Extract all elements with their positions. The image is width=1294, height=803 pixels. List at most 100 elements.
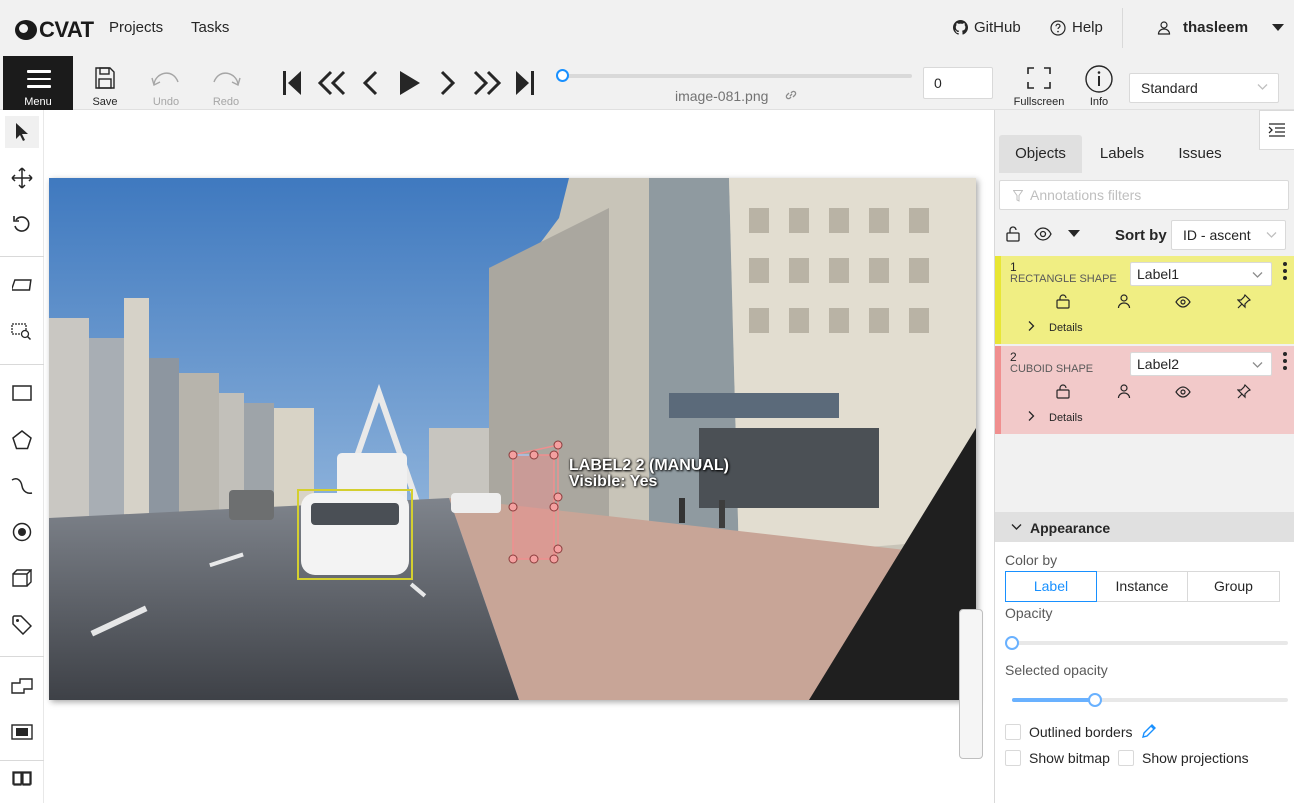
color-by-label-option[interactable]: Label: [1005, 571, 1097, 602]
more-options-icon[interactable]: [1283, 352, 1289, 373]
object-label-select[interactable]: Label2: [1130, 352, 1272, 376]
opacity-slider-handle[interactable]: [1005, 636, 1019, 650]
details-toggle[interactable]: Details: [1049, 322, 1083, 334]
chevron-right-icon[interactable]: [1027, 320, 1035, 332]
points-icon: [12, 522, 32, 542]
zoom-slider[interactable]: [959, 609, 983, 759]
caret-down-icon[interactable]: [1068, 230, 1080, 238]
show-projections-checkbox[interactable]: [1118, 750, 1134, 766]
outlined-borders-checkbox[interactable]: [1005, 724, 1021, 740]
undo-icon: [151, 72, 179, 87]
nav-projects[interactable]: Projects: [109, 19, 163, 36]
draw-rectangle-tool[interactable]: [10, 381, 34, 405]
redo-button[interactable]: Redo: [196, 56, 256, 110]
controls-sidebar: [0, 110, 44, 803]
lock-all-icon[interactable]: [1005, 226, 1021, 242]
book-icon[interactable]: [13, 772, 31, 786]
github-link[interactable]: GitHub: [953, 19, 1021, 36]
cuboid-icon: [12, 569, 32, 587]
help-link[interactable]: Help: [1050, 19, 1103, 36]
question-icon: [1050, 19, 1066, 36]
group-tool[interactable]: [10, 720, 34, 744]
tool-divider: [0, 256, 44, 257]
redo-icon: [213, 72, 241, 87]
eye-icon[interactable]: [1175, 386, 1191, 398]
first-frame-icon[interactable]: [281, 69, 303, 97]
color-picker-icon[interactable]: [1142, 724, 1156, 738]
user-menu[interactable]: thasleem: [1157, 19, 1285, 36]
pin-icon[interactable]: [1237, 384, 1251, 399]
tab-labels[interactable]: Labels: [1090, 135, 1154, 173]
polygon-icon: [12, 430, 32, 450]
appearance-panel-header[interactable]: Appearance: [995, 512, 1294, 542]
save-button[interactable]: Save: [75, 56, 135, 110]
opacity-slider-track[interactable]: [1012, 641, 1288, 645]
link-icon[interactable]: [784, 88, 798, 102]
cuboid-text-label: LABEL2 2 (MANUAL) Visible: Yes: [569, 457, 729, 490]
chevron-right-icon[interactable]: [1027, 410, 1035, 422]
details-toggle[interactable]: Details: [1049, 412, 1083, 424]
cursor-tool[interactable]: [5, 116, 39, 148]
zoom-region-tool[interactable]: [10, 320, 34, 344]
play-icon[interactable]: [397, 69, 421, 97]
move-tool[interactable]: [10, 166, 34, 190]
nav-tasks[interactable]: Tasks: [191, 19, 229, 36]
tool-divider: [0, 656, 44, 657]
draw-polygon-tool[interactable]: [10, 428, 34, 452]
info-button[interactable]: Info: [1069, 56, 1129, 110]
pin-icon[interactable]: [1237, 294, 1251, 309]
move-icon: [11, 167, 33, 189]
user-icon[interactable]: [1117, 294, 1131, 309]
user-icon[interactable]: [1117, 384, 1131, 399]
eye-all-icon[interactable]: [1034, 227, 1052, 241]
fit-tool[interactable]: [10, 274, 34, 298]
frame-image[interactable]: [49, 178, 976, 700]
fullscreen-icon: [1027, 67, 1051, 89]
fast-backward-icon[interactable]: [317, 69, 347, 97]
last-frame-icon[interactable]: [514, 69, 536, 97]
tab-issues[interactable]: Issues: [1168, 135, 1232, 173]
fullscreen-button[interactable]: Fullscreen: [1009, 56, 1069, 110]
menu-button[interactable]: Menu: [3, 56, 73, 110]
fast-forward-icon[interactable]: [472, 69, 502, 97]
save-icon: [95, 67, 115, 89]
info-icon: [1085, 65, 1113, 93]
cvat-logo-icon: [15, 20, 37, 40]
eye-icon[interactable]: [1175, 296, 1191, 308]
lock-icon[interactable]: [1056, 384, 1070, 399]
object-label-select[interactable]: Label1: [1130, 262, 1272, 286]
annotation-canvas[interactable]: [44, 110, 995, 803]
user-icon: [1157, 20, 1171, 35]
collapse-sidebar-button[interactable]: [1259, 110, 1294, 150]
outlined-borders-label: Outlined borders: [1029, 724, 1133, 740]
frame-filename: image-081.png: [675, 88, 769, 104]
object-item-2[interactable]: 2 CUBOID SHAPE Label2 Details: [995, 346, 1294, 434]
cvat-logo[interactable]: CVAT: [15, 17, 94, 43]
object-item-1[interactable]: 1 RECTANGLE SHAPE Label1 Details: [995, 256, 1294, 344]
cursor-icon: [16, 123, 28, 141]
tab-objects[interactable]: Objects: [999, 135, 1082, 173]
show-bitmap-checkbox[interactable]: [1005, 750, 1021, 766]
merge-tool[interactable]: [10, 674, 34, 698]
prev-frame-icon[interactable]: [360, 69, 380, 97]
draw-cuboid-tool[interactable]: [10, 566, 34, 590]
rotate-tool[interactable]: [10, 212, 34, 236]
frame-slider-track[interactable]: [562, 74, 912, 78]
next-frame-icon[interactable]: [438, 69, 458, 97]
annotations-filter-input[interactable]: Annotations filters: [999, 180, 1289, 210]
draw-points-tool[interactable]: [10, 520, 34, 544]
lock-icon[interactable]: [1056, 294, 1070, 309]
workspace-select[interactable]: Standard: [1129, 73, 1279, 103]
frame-number-input[interactable]: 0: [923, 67, 993, 99]
setup-tag-tool[interactable]: [10, 613, 34, 637]
color-by-group-option[interactable]: Group: [1187, 571, 1280, 602]
more-options-icon[interactable]: [1283, 262, 1289, 283]
chevron-down-icon: [1266, 232, 1277, 238]
undo-button[interactable]: Undo: [136, 56, 196, 110]
tool-divider: [0, 760, 44, 761]
draw-polyline-tool[interactable]: [10, 474, 34, 498]
color-by-instance-option[interactable]: Instance: [1096, 571, 1188, 602]
selected-opacity-slider-handle[interactable]: [1087, 693, 1102, 707]
frame-slider-handle[interactable]: [556, 69, 569, 82]
sort-select[interactable]: ID - ascent: [1171, 220, 1286, 250]
